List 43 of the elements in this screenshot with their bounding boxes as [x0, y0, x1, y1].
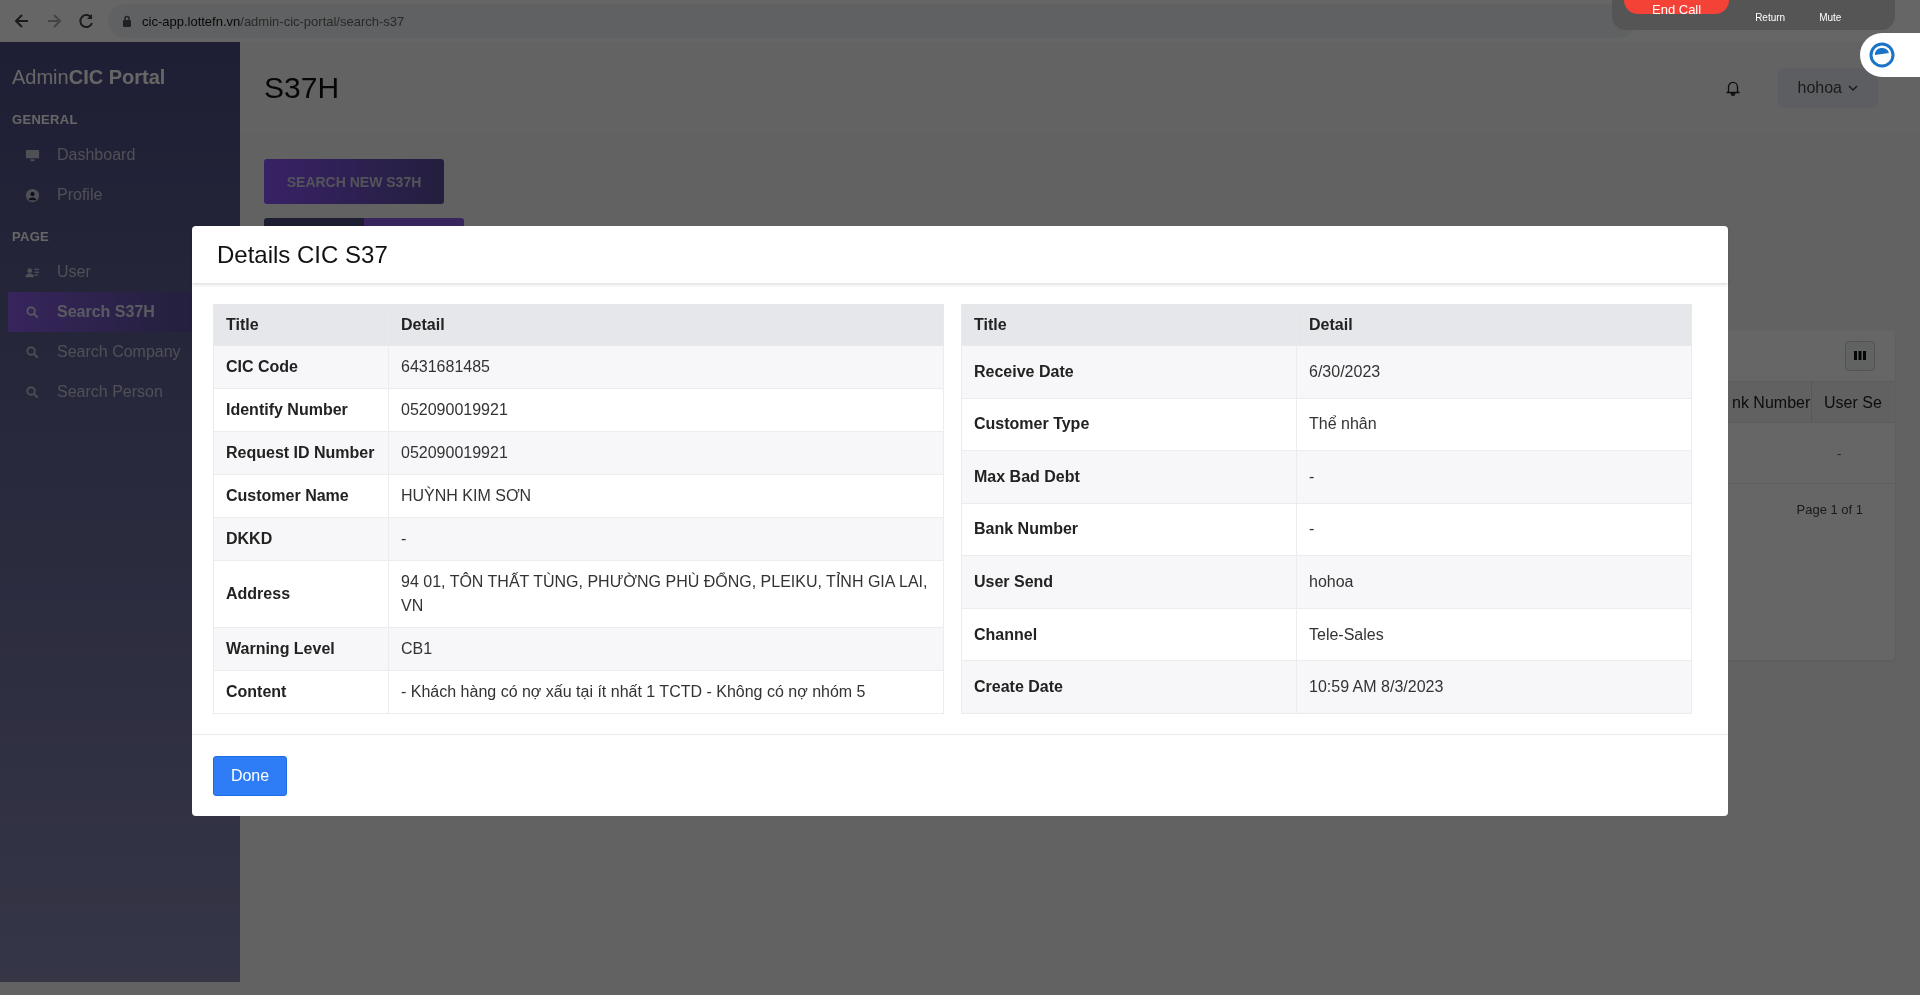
pagination-text: Page 1 of 1 [1796, 502, 1863, 517]
dialog-title: Details CIC S37 [217, 240, 388, 269]
page-title: S37H [264, 70, 341, 105]
table-cell: - [1296, 450, 1692, 504]
table-cell: User Send [961, 555, 1297, 609]
table-cell: Warning Level [213, 627, 389, 671]
table-cell: - Khách hàng có nợ xấu tại ít nhất 1 TCTD - Không có nợ nhóm 5 [388, 670, 944, 714]
table-cell: Receive Date [961, 345, 1297, 399]
section-heading: PAGE [11, 228, 51, 246]
table-cell: CIC Code [213, 345, 389, 389]
column-header: Detail [1296, 304, 1692, 346]
table-cell: Channel [961, 608, 1297, 661]
table-cell: Content [213, 670, 389, 714]
table-cell: CB1 [388, 627, 944, 671]
table-cell: hohoa [1296, 555, 1692, 609]
table-cell: 10:59 AM 8/3/2023 [1296, 660, 1692, 714]
table-cell: Tele-Sales [1296, 608, 1692, 661]
table-cell: Address [213, 560, 389, 628]
table-cell: Bank Number [961, 503, 1297, 556]
table-cell: 6431681485 [388, 345, 944, 389]
table-cell: Customer Name [213, 474, 389, 518]
table-cell: HUỲNH KIM SƠN [388, 474, 944, 518]
url-text: cic-app.lottefn.vn/admin-cic-portal/search-s37 [142, 13, 405, 29]
column-header: User Se [1823, 393, 1883, 413]
table-cell: 052090019921 [388, 431, 944, 475]
table-cell: - [388, 517, 944, 561]
table-cell: Request ID Number [213, 431, 389, 475]
column-header: Detail [388, 304, 944, 346]
brand-logo: AdminCIC Portal [11, 65, 167, 90]
table-cell: 94 01, TÔN THẤT TÙNG, PHƯỜNG PHÙ ĐỔNG, PLEIKU, TỈNH GIA LAI, VN [388, 560, 944, 628]
column-header: Title [961, 304, 1297, 346]
table-cell: Thể nhân [1296, 398, 1692, 451]
table-cell-text: - [1836, 445, 1843, 461]
table-cell: Identify Number [213, 388, 389, 432]
table-cell: DKKD [213, 517, 389, 561]
table-cell: 052090019921 [388, 388, 944, 432]
table-cell: Max Bad Debt [961, 450, 1297, 504]
table-cell: Customer Type [961, 398, 1297, 451]
column-header: Title [213, 304, 389, 346]
table-cell: - [1296, 503, 1692, 556]
table-cell: 6/30/2023 [1296, 345, 1692, 399]
table-cell: Create Date [961, 660, 1297, 714]
section-heading: GENERAL [11, 111, 79, 129]
